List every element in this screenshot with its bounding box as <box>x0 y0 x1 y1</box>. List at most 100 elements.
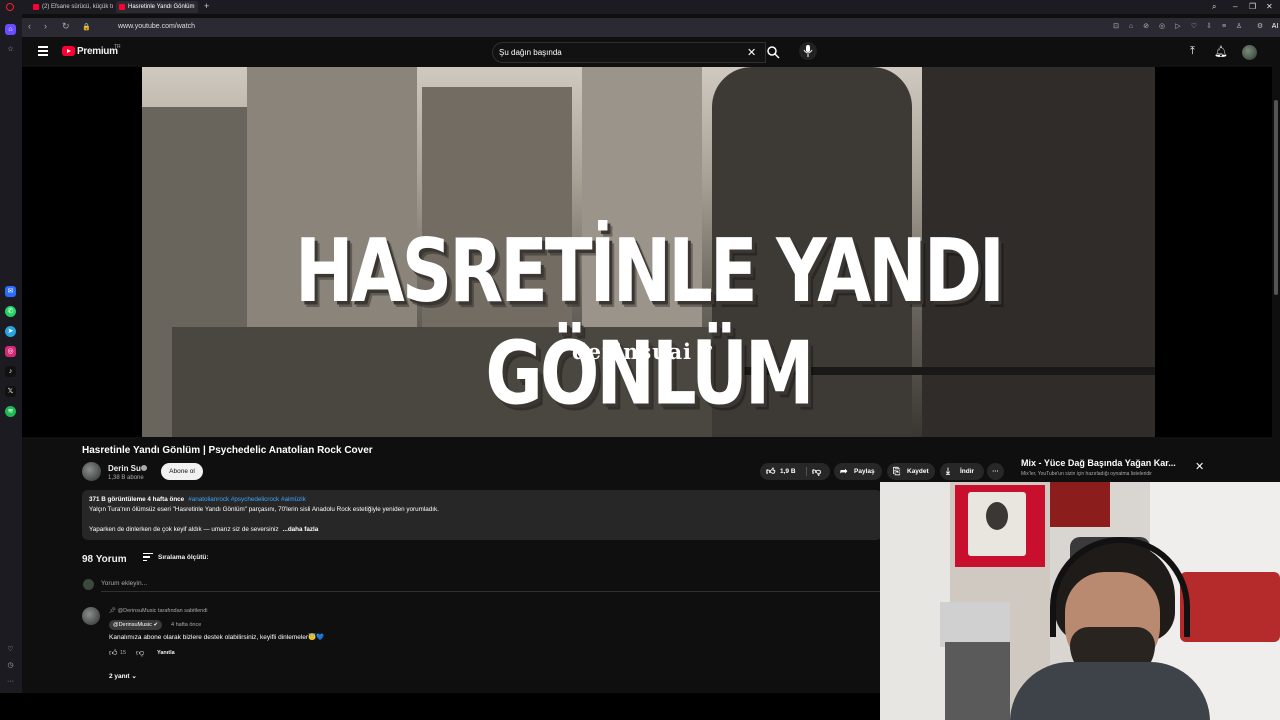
portrait-figure <box>986 502 1008 530</box>
curtain <box>880 482 950 720</box>
hamburger-menu-icon[interactable] <box>38 46 48 56</box>
save-button[interactable]: ⎘ Kaydet <box>887 463 935 480</box>
tab-label: (2) Efsane sürücü, küçük tı <box>42 4 114 10</box>
search-input[interactable]: Şu dağın başında ✕ <box>492 42 766 63</box>
show-replies-button[interactable]: 2 yanıt ⌄ <box>109 672 137 680</box>
description-meta: 371 B görüntüleme 4 hafta önce #anatolian… <box>89 496 306 503</box>
heart-icon[interactable]: ♡ <box>5 644 16 655</box>
bottom-band <box>0 693 880 720</box>
search-tabs-icon[interactable]: ⌕ <box>1212 2 1216 12</box>
like-icon[interactable]: 👍︎ <box>766 463 775 480</box>
verified-icon <box>141 465 147 471</box>
channel-avatar[interactable] <box>82 462 101 481</box>
favorites-icon[interactable]: ☆ <box>5 44 16 55</box>
comment-like-count: 15 <box>120 650 127 656</box>
my-avatar <box>83 579 94 590</box>
messenger-icon[interactable]: ✉ <box>5 286 16 297</box>
reply-button[interactable]: Yanıtla <box>157 650 175 656</box>
dislike-icon[interactable]: 👎︎ <box>812 463 821 480</box>
url-field[interactable]: www.youtube.com/watch <box>118 23 195 30</box>
description-box[interactable]: 371 B görüntüleme 4 hafta önce #anatolian… <box>82 490 882 540</box>
show-more-button[interactable]: ...daha fazla <box>283 526 319 533</box>
pc-case <box>945 642 1010 720</box>
sort-icon[interactable] <box>143 553 153 563</box>
adblock-icon[interactable]: ⊘ <box>1142 22 1150 31</box>
pinned-label: 📌︎ @DerinsuMusic tarafından sabitlendi <box>109 608 207 614</box>
comment-dislike-icon[interactable]: 👎︎ <box>136 648 144 658</box>
upload-icon[interactable]: ⤒ <box>1190 45 1195 58</box>
heart-outline-icon[interactable]: ♡ <box>1190 22 1198 31</box>
youtube-favicon-icon <box>33 4 39 10</box>
like-dislike-group: 👍︎ 1,9 B 👎︎ <box>760 463 830 480</box>
lock-icon[interactable]: 🔒 <box>82 23 91 31</box>
history-icon[interactable]: ◷ <box>5 660 16 671</box>
comment-input-underline <box>101 591 881 592</box>
more-actions-button[interactable]: ··· <box>987 463 1004 480</box>
browser-tab-bar: (2) Efsane sürücü, küçük tı Hasretinle Y… <box>0 0 1280 14</box>
bookmark-icon: ⎘ <box>893 466 901 476</box>
tab-hasretinle-yandi-gonlum[interactable]: Hasretinle Yandı Gönlüm <box>116 1 198 13</box>
youtube-logo-icon[interactable] <box>62 46 75 56</box>
download-button[interactable]: ⤓ İndir <box>940 463 984 480</box>
new-tab-button[interactable]: + <box>204 1 209 11</box>
x-twitter-icon[interactable]: 𝕏 <box>5 386 16 397</box>
mix-title[interactable]: Mix - Yüce Dağ Başında Yağan Kar... <box>1021 458 1176 468</box>
minimize-icon[interactable]: – <box>1233 2 1237 11</box>
notifications-bell-icon[interactable]: 🔔︎ <box>1214 45 1228 58</box>
page-scrollbar[interactable] <box>1274 100 1278 295</box>
browser-logo-icon[interactable] <box>6 3 14 11</box>
mix-playlist-panel[interactable]: Mix - Yüce Dağ Başında Yağan Kar... Mix'… <box>1014 452 1214 482</box>
tab-label: Hasretinle Yandı Gönlüm <box>128 4 195 10</box>
snapshot-icon[interactable]: ⊡ <box>1112 22 1120 31</box>
close-window-icon[interactable]: ✕ <box>1266 2 1273 11</box>
instagram-icon[interactable]: ◎ <box>5 346 16 357</box>
telegram-icon[interactable]: ➤ <box>5 326 16 337</box>
clear-search-icon[interactable]: ✕ <box>747 46 756 59</box>
sort-button[interactable]: Sıralama ölçütü: <box>158 554 209 561</box>
ai-button[interactable]: AI <box>1270 22 1280 31</box>
spotify-icon[interactable]: ≋ <box>5 406 16 417</box>
webcam-overlay <box>880 482 1280 720</box>
close-mix-icon[interactable]: ✕ <box>1195 460 1204 473</box>
more-options-icon[interactable]: ··· <box>5 676 16 687</box>
profile-icon[interactable]: ♙ <box>1235 22 1243 31</box>
vpn-icon[interactable]: ◎ <box>1158 22 1166 31</box>
comment-author[interactable]: @DerinsuMusic ✔ <box>109 620 163 630</box>
back-icon[interactable]: ‹ <box>28 21 31 31</box>
tiktok-icon[interactable]: ♪ <box>5 366 16 377</box>
extension-icon[interactable]: ⌂ <box>1127 22 1135 31</box>
channel-name[interactable]: Derin Su <box>108 464 141 473</box>
description-line-2: Yaparken de dinlerken de çok keyif aldık… <box>89 526 318 533</box>
comment-time[interactable]: 4 hafta önce <box>171 622 201 628</box>
like-count[interactable]: 1,9 B <box>780 463 796 480</box>
youtube-premium-logo[interactable]: Premium <box>77 46 118 57</box>
tab-efsane-surucu[interactable]: (2) Efsane sürücü, küçük tı <box>30 1 114 13</box>
voice-search-button[interactable] <box>799 42 817 60</box>
region-code: TR <box>114 44 121 50</box>
add-comment-input[interactable]: Yorum ekleyin... <box>101 580 147 587</box>
youtube-header: Premium TR Şu dağın başında ✕ ⤒ 🔔︎ <box>22 37 1280 67</box>
video-player[interactable]: HASRETİNLE YANDI GÖNLÜM derinsuai ♪ <box>22 67 1272 437</box>
forward-icon[interactable]: › <box>44 21 47 31</box>
comment-text: Kanalımıza abone olarak bizlere destek o… <box>109 634 325 641</box>
home-icon[interactable]: ⌂ <box>5 24 16 35</box>
reload-icon[interactable]: ↻ <box>62 21 70 32</box>
share-button[interactable]: ➦ Paylaş <box>834 463 882 480</box>
user-avatar[interactable] <box>1242 45 1257 60</box>
verified-icon: ✔ <box>153 622 159 628</box>
download-icon[interactable]: ⇩ <box>1205 22 1213 31</box>
menu-list-icon[interactable]: ≡ <box>1220 22 1228 31</box>
search-button[interactable] <box>764 42 782 63</box>
share-icon: ➦ <box>840 466 848 476</box>
whatsapp-icon[interactable]: ✆ <box>5 306 16 317</box>
maximize-icon[interactable]: ❐ <box>1249 2 1256 11</box>
comment-like-icon[interactable]: 👍︎ <box>109 648 117 658</box>
settings-icon[interactable]: ⚙ <box>1256 22 1264 31</box>
comment-author-avatar[interactable] <box>82 607 100 625</box>
save-label: Kaydet <box>907 468 929 475</box>
play-icon[interactable]: ▷ <box>1174 22 1182 31</box>
hashtags[interactable]: #anatolianrock #psychedelicrock #aimüzik <box>188 496 306 503</box>
video-overlay-signature: derinsuai ♪ <box>572 339 715 364</box>
subscribe-button[interactable]: Abone ol <box>161 463 203 480</box>
description-text: Yaparken de dinlerken de çok keyif aldık… <box>89 526 279 533</box>
